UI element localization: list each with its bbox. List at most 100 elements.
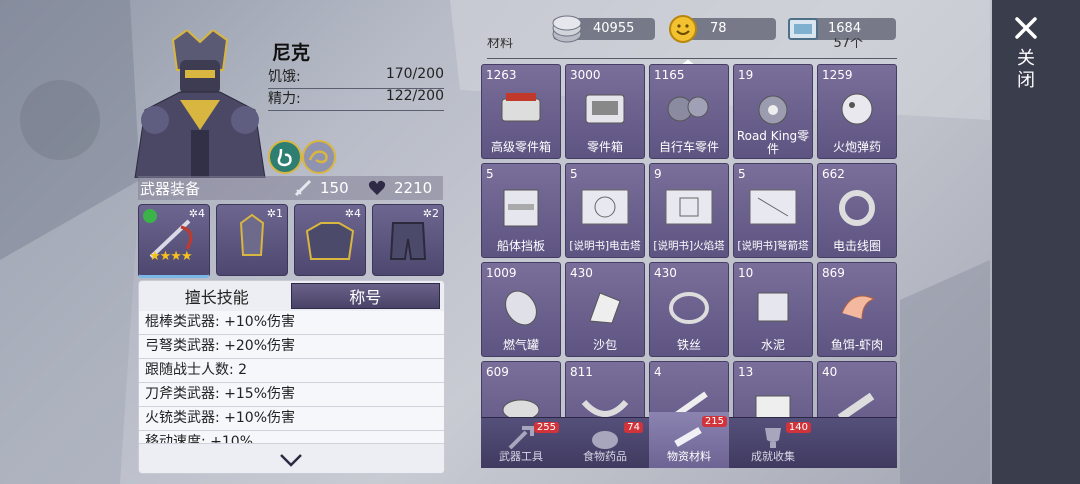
item-label: 自行车零件: [658, 140, 719, 154]
tab-food-medicine[interactable]: 74 食物药品: [565, 418, 645, 468]
tab-label: 武器工具: [499, 450, 543, 463]
inventory-category: 材料: [487, 38, 514, 51]
inventory-item[interactable]: 430 沙包: [565, 262, 645, 357]
item-icon: [501, 93, 541, 122]
inventory-item[interactable]: 10 水泥: [733, 262, 813, 357]
tab-label: 成就收集: [751, 450, 795, 463]
stat-value: 170/200: [385, 66, 444, 82]
tab-skills[interactable]: 擅长技能: [143, 284, 291, 308]
item-label: [说明书]弩箭塔: [737, 240, 809, 252]
item-icon: [503, 189, 539, 227]
item-quantity: 5: [570, 167, 578, 181]
item-label: [说明书]火焰塔: [653, 240, 725, 252]
item-label: 燃气罐: [502, 338, 539, 352]
tab-label: 食物药品: [583, 450, 627, 463]
expand-chevron-icon[interactable]: [279, 453, 303, 467]
inventory-count: 57个: [833, 38, 863, 51]
dragon-icon: [308, 150, 328, 164]
item-label: 零件箱: [586, 140, 623, 154]
equipment-header: 武器装备 150 2210: [138, 176, 443, 200]
item-quantity: 811: [570, 365, 593, 379]
item-quantity: 5: [486, 167, 494, 181]
item-label: 高级零件箱: [490, 140, 551, 154]
item-quantity: 9: [654, 167, 662, 181]
item-quantity: 430: [570, 266, 593, 280]
item-label: 鱼饵-虾肉: [830, 338, 884, 352]
dragon-badge[interactable]: [302, 140, 336, 174]
item-quantity: 1165: [654, 68, 685, 82]
tab-count: 74: [624, 422, 643, 433]
inventory-item[interactable]: 662 电击线圈: [817, 163, 897, 258]
inventory-item[interactable]: 5 [说明书]电击塔: [565, 163, 645, 258]
tab-count: 215: [701, 416, 727, 427]
item-icon: [669, 292, 709, 324]
item-quantity: 1263: [486, 68, 517, 82]
inventory-item[interactable]: 19 Road King零件: [733, 64, 813, 159]
close-icon[interactable]: [1014, 16, 1038, 40]
tab-titles[interactable]: 称号: [290, 283, 440, 309]
item-quantity: 1259: [822, 68, 853, 82]
item-icon: [749, 189, 797, 225]
equipment-title: 武器装备: [140, 179, 201, 198]
item-icon: [505, 290, 537, 326]
inventory-item[interactable]: 430 铁丝: [649, 262, 729, 357]
helmet-icon: [239, 213, 265, 256]
inventory-item[interactable]: 1165 自行车零件: [649, 64, 729, 159]
close-label[interactable]: 关闭: [1016, 48, 1036, 92]
sword-icon: [294, 179, 312, 197]
tab-count: 140: [785, 422, 811, 433]
item-icon: [758, 95, 788, 125]
stomach-badge[interactable]: [268, 140, 302, 174]
item-icon: [757, 292, 789, 322]
inventory-item[interactable]: 1259 火炮弹药: [817, 64, 897, 159]
stat-label: 精力:: [268, 91, 301, 107]
equip-slot-armor[interactable]: ✲4: [294, 204, 366, 276]
skill-row: 跟随战士人数: 2: [139, 359, 444, 383]
weapon-icon: [143, 209, 193, 259]
item-label: 电击线圈: [832, 239, 881, 253]
item-quantity: 662: [822, 167, 845, 181]
energy-stat: 精力: 122/200: [268, 88, 444, 111]
inventory-item[interactable]: 9 [说明书]火焰塔: [649, 163, 729, 258]
item-quantity: 13: [738, 365, 754, 379]
inventory-item[interactable]: 1009 燃气罐: [481, 262, 561, 357]
bottom-tabs: 255 武器工具 74 食物药品 215 物资材料 140 成就收集: [481, 412, 897, 468]
tab-achievements[interactable]: 140 成就收集: [733, 418, 813, 468]
stat-label: 饥饿:: [268, 69, 301, 85]
tab-weapons-tools[interactable]: 255 武器工具: [481, 418, 561, 468]
inventory-item[interactable]: 5 [说明书]弩箭塔: [733, 163, 813, 258]
skills-tabs: 擅长技能 称号: [139, 281, 444, 311]
attack-value: 150: [320, 179, 349, 197]
skill-row: 火铳类武器: +10%伤害: [139, 407, 444, 431]
tab-count: 255: [533, 422, 559, 433]
equip-slot-helmet[interactable]: ✲1: [216, 204, 288, 276]
item-quantity: 4: [654, 365, 662, 379]
item-label: 铁丝: [676, 338, 701, 352]
close-panel[interactable]: [992, 0, 1080, 484]
stat-value: 122/200: [385, 88, 444, 104]
item-icon: [585, 94, 625, 124]
equip-slot-pants[interactable]: ✲2: [372, 204, 444, 276]
skill-row: 刀斧类武器: +15%伤害: [139, 383, 444, 407]
item-label: 沙包: [592, 338, 617, 352]
character-portrait: [134, 30, 266, 178]
equip-slot-weapon[interactable]: ✲4 ★★★★: [138, 204, 210, 278]
item-icon: [581, 189, 629, 225]
character-name: 尼克: [272, 42, 311, 64]
inventory-item[interactable]: 5 船体挡板: [481, 163, 561, 258]
tab-label: 物资材料: [667, 450, 711, 463]
item-icon: [589, 292, 621, 324]
tab-materials[interactable]: 215 物资材料: [649, 412, 729, 468]
item-quantity: 430: [654, 266, 677, 280]
item-label: Road King零件: [736, 129, 810, 156]
inventory-item[interactable]: 1263 高级零件箱: [481, 64, 561, 159]
star-rating: ★★★★: [149, 249, 193, 264]
inventory-item[interactable]: 3000 零件箱: [565, 64, 645, 159]
hunger-stat: 饥饿: 170/200: [268, 66, 444, 89]
stomach-icon: [277, 148, 292, 167]
item-icon: [667, 96, 709, 122]
skills-panel: 擅长技能 称号 棍棒类武器: +10%伤害 弓弩类武器: +20%伤害 跟随战士…: [138, 280, 445, 474]
inventory-item[interactable]: 869 鱼饵-虾肉: [817, 262, 897, 357]
item-quantity: 3000: [570, 68, 601, 82]
item-icon: [665, 189, 713, 225]
